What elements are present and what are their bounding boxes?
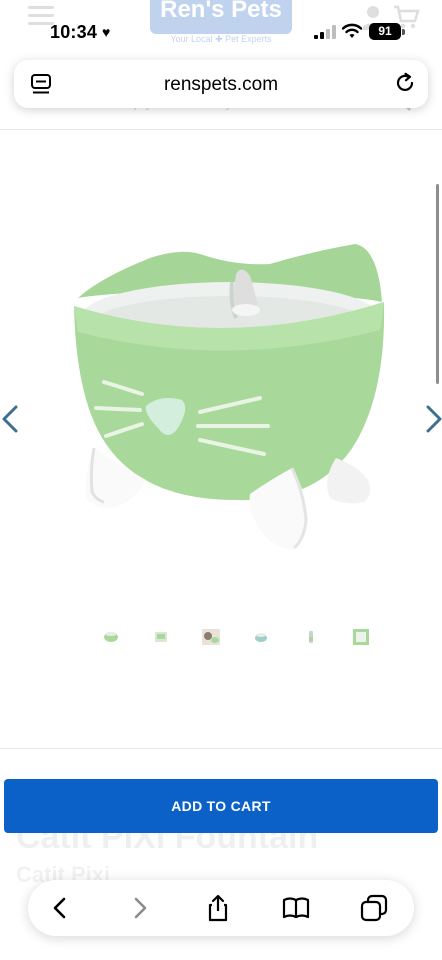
battery-level: 91 bbox=[369, 23, 401, 40]
bookmarks-icon[interactable] bbox=[282, 894, 310, 922]
thumbnail[interactable] bbox=[98, 626, 124, 648]
page-menu-icon[interactable] bbox=[30, 73, 52, 95]
heart-icon: ♥ bbox=[102, 24, 111, 40]
wifi-icon bbox=[342, 23, 362, 38]
thumbnail[interactable] bbox=[298, 626, 324, 648]
thumbnail[interactable] bbox=[198, 626, 224, 648]
add-to-cart-button[interactable]: ADD TO CART bbox=[4, 779, 438, 833]
tabs-icon[interactable] bbox=[360, 894, 388, 922]
url-text[interactable]: renspets.com bbox=[74, 74, 368, 96]
thumbnail-strip bbox=[92, 626, 382, 652]
thumbnail[interactable] bbox=[148, 626, 174, 648]
address-bar[interactable]: renspets.com bbox=[14, 60, 428, 108]
forward-icon[interactable] bbox=[126, 894, 154, 922]
cellular-signal-icon bbox=[314, 25, 336, 39]
reload-icon[interactable] bbox=[394, 72, 416, 94]
thumbnail[interactable] bbox=[348, 626, 374, 648]
status-time: 10:34 bbox=[50, 22, 98, 42]
thumbnail[interactable] bbox=[248, 626, 274, 648]
share-icon[interactable] bbox=[204, 894, 232, 922]
back-icon[interactable] bbox=[46, 894, 74, 922]
status-bar: 10:34 ♥ 91 bbox=[0, 0, 442, 60]
chevron-left-icon[interactable] bbox=[0, 402, 20, 436]
battery-tip bbox=[402, 29, 405, 35]
product-image[interactable] bbox=[60, 230, 390, 570]
browser-toolbar bbox=[28, 880, 414, 936]
chevron-right-icon[interactable] bbox=[424, 402, 442, 436]
scrollbar[interactable] bbox=[436, 184, 439, 384]
product-gallery bbox=[0, 130, 442, 750]
gallery-divider bbox=[0, 748, 442, 749]
